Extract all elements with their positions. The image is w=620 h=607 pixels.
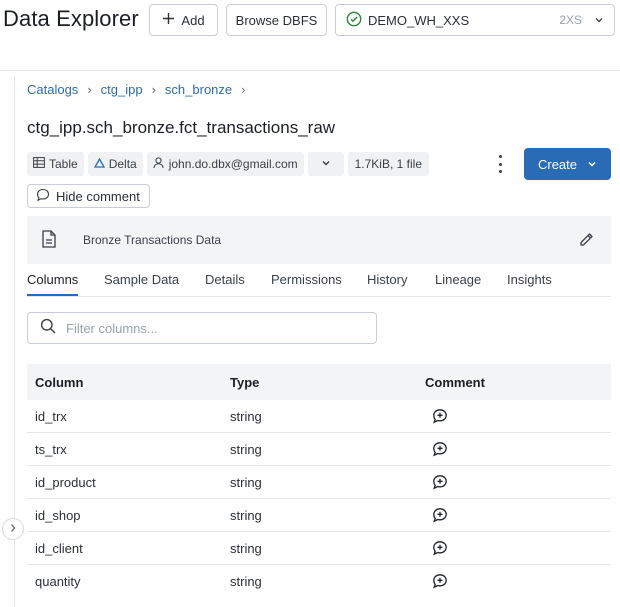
column-type: string [230,541,262,556]
add-button-label: Add [181,12,205,28]
table-row: id_product string [27,466,611,499]
table-type-label: Table [49,157,78,171]
tab-history[interactable]: History [367,272,407,296]
column-name: quantity [35,574,81,589]
header-divider [0,70,620,71]
column-type: string [230,574,262,589]
column-name: id_client [35,541,83,556]
detail-tabs: Columns Sample Data Details Permissions … [27,272,611,297]
chevron-down-icon [594,13,604,28]
tab-permissions[interactable]: Permissions [271,272,342,296]
filter-columns-field[interactable] [27,312,377,344]
user-icon [153,156,164,172]
add-comment-icon[interactable] [432,507,448,523]
size-label: 1.7KiB, 1 file [354,157,422,171]
tab-columns[interactable]: Columns [27,272,79,296]
table-row: id_shop string [27,499,611,532]
breadcrumb-separator-icon: › [87,82,92,97]
column-name: id_shop [35,508,81,523]
browse-dbfs-button[interactable]: Browse DBFS [226,4,327,36]
hide-comment-label: Hide comment [56,188,140,204]
owner-chip[interactable]: john.do.dbx@gmail.com [146,152,304,176]
breadcrumb: Catalogs › ctg_ipp › sch_bronze › [27,82,254,97]
owner-label: john.do.dbx@gmail.com [168,157,298,171]
column-type: string [230,508,262,523]
browse-dbfs-label: Browse DBFS [235,12,318,28]
table-row: id_client string [27,532,611,565]
create-button[interactable]: Create [524,148,611,180]
chevron-right-icon [9,520,17,538]
warehouse-select[interactable]: DEMO_WH_XXS 2XS [335,4,615,36]
columns-table: Column Type Comment id_trx string ts_trx… [27,364,611,597]
header-type: Type [230,375,260,390]
column-name: id_product [35,475,96,490]
hide-comment-button[interactable]: Hide comment [27,184,150,208]
expand-sidebar-button[interactable] [2,518,24,540]
chevron-down-icon [587,157,597,172]
table-row: ts_trx string [27,433,611,466]
size-chip: 1.7KiB, 1 file [347,152,429,176]
column-type: string [230,475,262,490]
breadcrumb-separator-icon: › [151,82,156,97]
top-bar: Data Explorer Add Browse DBFS DEMO_WH_XX… [0,0,620,56]
table-row: quantity string [27,565,611,597]
warehouse-size: 2XS [559,13,582,27]
filter-columns-input[interactable] [64,319,358,337]
document-icon [41,230,57,253]
tab-details[interactable]: Details [205,272,245,296]
add-comment-icon[interactable] [432,441,448,457]
owner-dropdown-button[interactable] [307,152,344,176]
add-button[interactable]: Add [149,4,218,36]
format-label: Delta [108,157,137,171]
table-type-chip: Table [27,152,84,176]
breadcrumb-separator-icon: › [241,82,246,97]
add-comment-icon[interactable] [432,474,448,490]
create-button-label: Create [537,156,578,172]
tab-lineage[interactable]: Lineage [435,272,481,296]
warehouse-name: DEMO_WH_XXS [368,12,470,28]
edit-pencil-icon[interactable] [578,232,594,253]
column-type: string [230,409,262,424]
more-options-icon[interactable] [493,155,507,173]
plus-icon [162,12,175,28]
header-comment: Comment [425,375,485,390]
chevron-down-icon [321,157,331,171]
breadcrumb-item-schema[interactable]: sch_bronze [165,82,232,97]
add-comment-icon[interactable] [432,540,448,556]
search-icon [40,318,56,339]
comment-box: Bronze Transactions Data [27,216,611,264]
delta-icon [93,157,105,171]
column-name: ts_trx [35,442,67,457]
comment-text: Bronze Transactions Data [83,233,222,247]
app-title: Data Explorer [3,6,139,31]
add-comment-icon[interactable] [432,573,448,589]
breadcrumb-item-catalogs[interactable]: Catalogs [27,82,78,97]
page-title: ctg_ipp.sch_bronze.fct_transactions_raw [27,118,336,137]
column-name: id_trx [35,409,67,424]
tab-sample-data[interactable]: Sample Data [104,272,179,296]
table-meta-row: Table Delta john.do.dbx@gmail.com 1.7KiB… [27,152,429,176]
check-circle-icon [346,11,362,30]
format-chip: Delta [87,152,143,176]
header-column: Column [35,375,84,390]
table-row: id_trx string [27,400,611,433]
table-icon [33,157,45,171]
add-comment-icon[interactable] [432,408,448,424]
comment-icon [36,188,50,205]
tab-insights[interactable]: Insights [507,272,552,296]
column-type: string [230,442,262,457]
breadcrumb-item-catalog[interactable]: ctg_ipp [101,82,143,97]
table-header: Column Type Comment [27,364,611,400]
